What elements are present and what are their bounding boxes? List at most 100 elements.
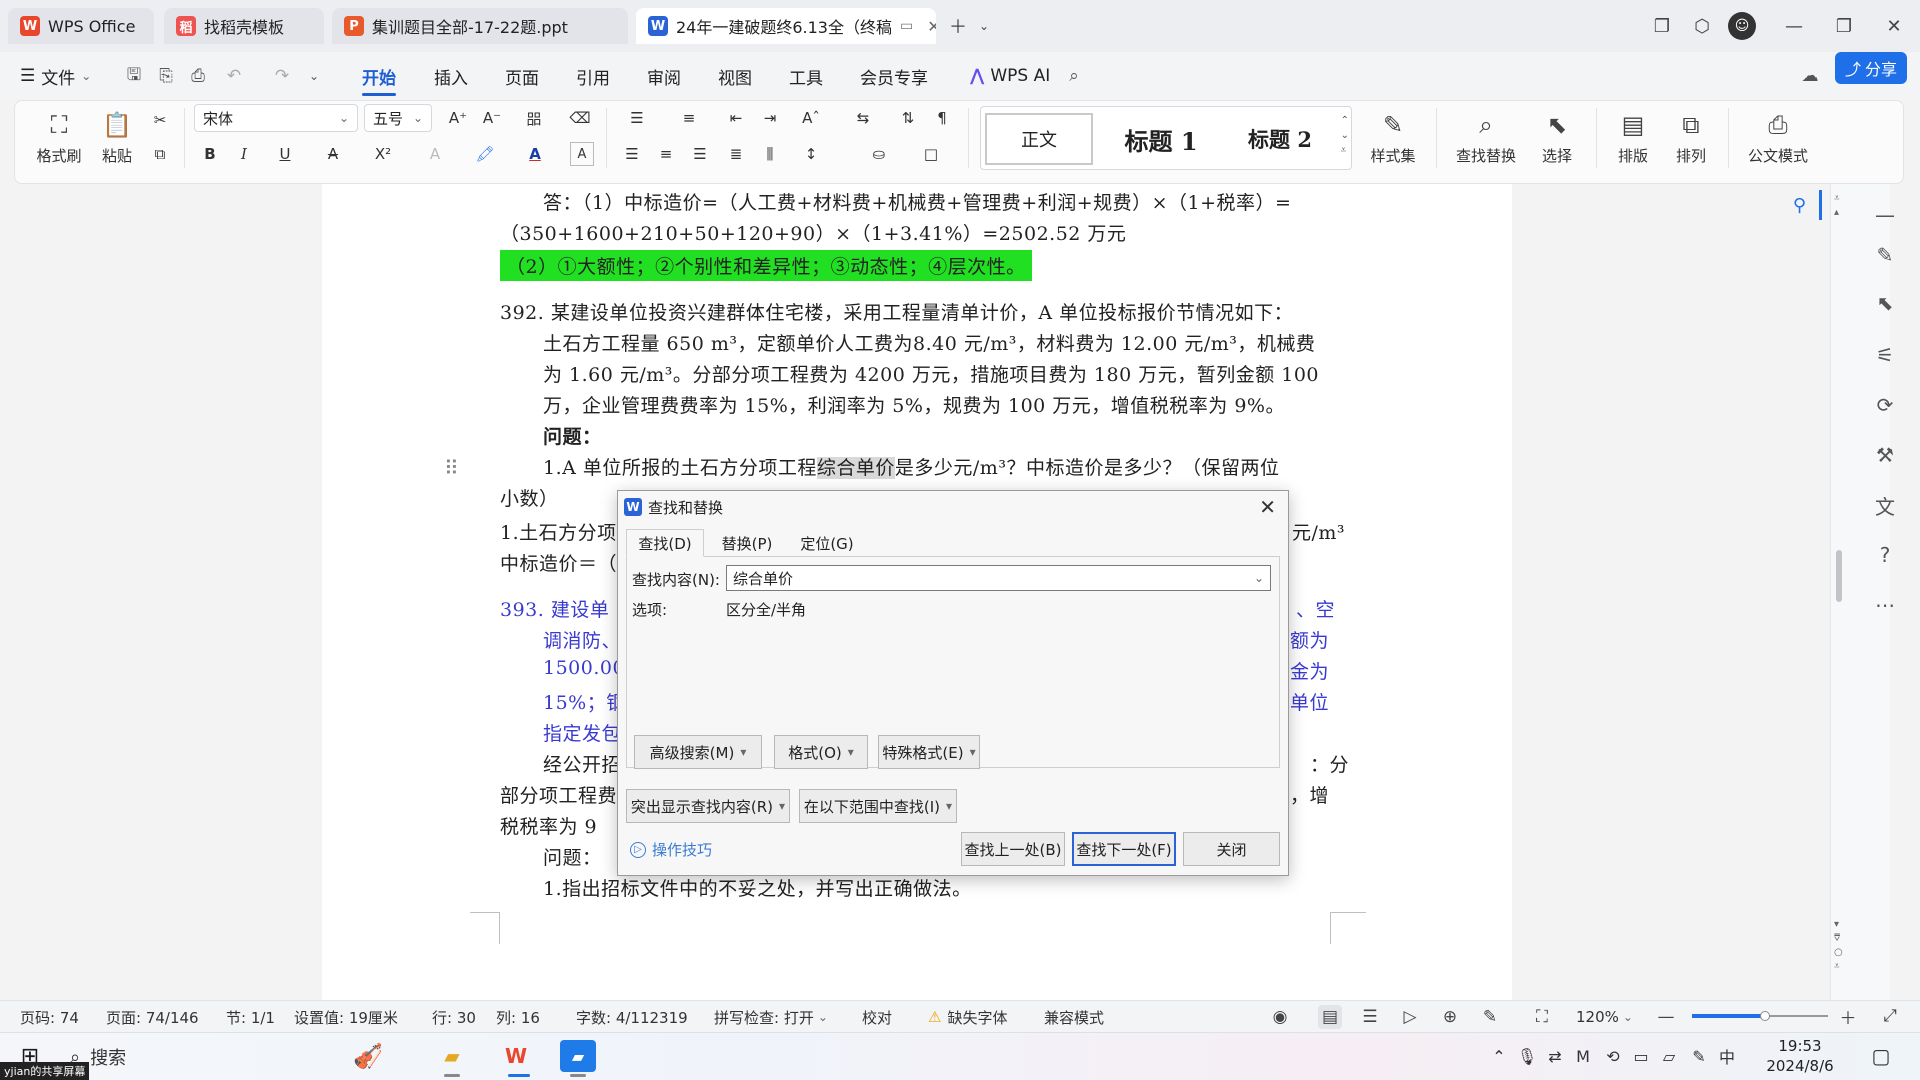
pointer-icon[interactable]: ⬉ [1870, 288, 1900, 318]
doc-line-highlighted[interactable]: （2）①大额性；②个别性和差异性；③动态性；④层次性。 [500, 250, 1032, 281]
meeting-app-icon[interactable]: ▰ [560, 1040, 596, 1072]
ime-indicator[interactable]: 中 [1714, 1043, 1740, 1069]
status-missing-font[interactable]: ⚠ 缺失字体 [928, 1001, 1007, 1033]
doc-question-heading[interactable]: 问题： [543, 422, 602, 449]
doc-line[interactable]: 答：（1）中标造价=（人工费+材料费+机械费+管理费+利润+规费）×（1+税率）… [543, 188, 1291, 215]
phonetic-guide-icon[interactable]: 㗊 [516, 106, 552, 130]
new-tab-icon[interactable]: ＋ [944, 12, 972, 40]
notification-icon[interactable]: ▢ [1868, 1043, 1894, 1069]
vertical-scrollbar-thumb[interactable] [1836, 550, 1842, 602]
paragraph-drag-handle-icon[interactable]: ⠿ [444, 456, 459, 480]
tab-find[interactable]: 查找(D) [626, 529, 704, 557]
save-icon[interactable]: 🖫 [122, 64, 146, 88]
font-name-select[interactable]: 宋体 ⌄ [194, 104, 358, 132]
tab-wps-office[interactable]: W WPS Office [8, 8, 154, 44]
style-set-button[interactable]: ✎ 样式集 [1360, 106, 1426, 170]
text-effect-icon[interactable]: A [420, 142, 450, 166]
style-normal[interactable]: 正文 [985, 113, 1093, 165]
increase-indent-icon[interactable]: ⇥ [758, 106, 782, 130]
more-icon[interactable]: ⋯ [1870, 590, 1900, 620]
find-what-input[interactable]: 综合单价 ⌄ [726, 565, 1271, 591]
dialog-close-icon[interactable]: ✕ [1259, 495, 1276, 519]
menu-member[interactable]: 会员专享 [860, 52, 928, 100]
status-row[interactable]: 行: 30 [432, 1001, 476, 1033]
increase-font-icon[interactable]: A⁺ [446, 106, 470, 130]
violin-widget-icon[interactable]: 🎻 [330, 1040, 406, 1072]
bullet-list-icon[interactable]: ☰ [620, 106, 654, 130]
help-icon[interactable]: ? [1870, 540, 1900, 570]
file-menu[interactable]: ☰ 文件 ⌄ [20, 52, 91, 100]
status-proofread[interactable]: 校对 [862, 1001, 892, 1033]
wps-ai-button[interactable]: ⋀ WPS AI [970, 52, 1050, 100]
doc-line-fragment[interactable]: ，增 [1290, 781, 1329, 808]
export-icon[interactable]: ⎘ [154, 64, 178, 88]
doc-line[interactable]: 经公开招 [543, 750, 621, 777]
tab-list-chevron-icon[interactable]: ⌄ [970, 12, 998, 40]
distributed-icon[interactable]: ⫼ [758, 142, 782, 166]
doc-line[interactable]: 1.土石方分项 [500, 518, 617, 545]
decrease-indent-icon[interactable]: ⇤ [724, 106, 748, 130]
select-button[interactable]: ⬉ 选择 [1532, 106, 1582, 170]
tab-close-icon[interactable]: ✕ [927, 17, 936, 36]
bold-icon[interactable]: B [198, 142, 222, 166]
find-in-button[interactable]: 在以下范围中查找(I) ▾ [799, 789, 957, 823]
format-painter-button[interactable]: ⛶ 格式刷 [34, 106, 84, 170]
menu-view[interactable]: 视图 [718, 52, 752, 100]
doc-line[interactable]: 指定发包 [543, 719, 621, 746]
doc-line[interactable]: 1.指出招标文件中的不妥之处，并写出正确做法。 [543, 874, 972, 901]
zoom-out-icon[interactable]: — [1654, 1005, 1678, 1029]
font-color-icon[interactable]: A [518, 142, 552, 166]
doc-line-fragment[interactable]: 元/m³ [1292, 518, 1345, 545]
sliders-icon[interactable]: ⚟ [1870, 340, 1900, 370]
numbered-list-icon[interactable]: ≡ [672, 106, 706, 130]
play-icon[interactable]: ▷ [1398, 1005, 1422, 1029]
zoom-select[interactable]: 120% ⌄ [1576, 1001, 1633, 1033]
border-icon[interactable]: □ [914, 142, 948, 166]
tab-docer-templates[interactable]: 稻 找稻壳模板 [164, 8, 324, 44]
menu-review[interactable]: 审阅 [647, 52, 681, 100]
special-format-button[interactable]: 特殊格式(E) ▾ [878, 735, 980, 769]
battery-icon[interactable]: ▭ [1628, 1043, 1654, 1069]
menu-home[interactable]: 开始 [362, 52, 396, 100]
line-break-icon[interactable]: ⇆ [846, 106, 880, 130]
doc-line[interactable]: 1500.00 [543, 657, 625, 679]
text-direction-icon[interactable]: Aˆ [794, 106, 828, 130]
doc-line-fragment[interactable]: 金为 [1290, 657, 1329, 684]
fullscreen-icon[interactable]: ⤢ [1878, 1004, 1902, 1028]
line-spacing-icon[interactable]: ↕ [794, 142, 828, 166]
show-marks-icon[interactable]: ¶ [930, 106, 954, 130]
chevron-down-icon[interactable]: ⌄ [1254, 571, 1264, 585]
pen-icon[interactable]: ✎ [1870, 240, 1900, 270]
status-column[interactable]: 列: 16 [496, 1001, 540, 1033]
style-heading-2[interactable]: 标题 2 [1225, 113, 1335, 165]
wps-office-taskbar-icon[interactable]: W [498, 1040, 534, 1072]
doc-question-heading[interactable]: 问题： [543, 843, 602, 870]
font-size-select[interactable]: 五号 ⌄ [364, 104, 432, 132]
microphone-icon[interactable]: 🎙 [1514, 1043, 1540, 1069]
doc-line[interactable]: （350+1600+210+50+120+90）×（1+3.41%）=2502.… [500, 219, 1126, 246]
tools-icon[interactable]: ⚒ [1870, 440, 1900, 470]
status-word-count[interactable]: 字数: 4/112319 [576, 1001, 688, 1033]
print-preview-icon[interactable]: ⎙ [186, 64, 210, 88]
format-button[interactable]: 格式(O) ▾ [774, 735, 868, 769]
status-setting[interactable]: 设置值: 19厘米 [294, 1001, 398, 1033]
web-view-icon[interactable]: ⊕ [1438, 1005, 1462, 1029]
taskbar-clock[interactable]: 19:53 2024/8/6 [1752, 1034, 1848, 1078]
eye-protection-icon[interactable]: ◉ [1268, 1005, 1292, 1029]
display-icon[interactable]: ▱ [1656, 1043, 1682, 1069]
doc-line[interactable]: 为 1.60 元/m³。分部分项工程费为 4200 万元，措施项目费为 180 … [543, 360, 1319, 387]
avatar[interactable]: ☺ [1728, 12, 1756, 40]
highlight-results-button[interactable]: 突出显示查找内容(R) ▾ [626, 789, 790, 823]
doc-line[interactable]: 土石方工程量 650 m³，定额单价人工费为8.40 元/m³，材料费为 12.… [543, 329, 1315, 356]
tab-ppt-document[interactable]: P 集训题目全部-17-22题.ppt [332, 8, 628, 44]
sort-icon[interactable]: ⇅ [896, 106, 920, 130]
doc-line[interactable]: 392. 某建设单位投资兴建群体住宅楼，采用工程量清单计价，A 单位投标报价节情… [500, 298, 1293, 325]
translate-icon[interactable]: 文 [1870, 490, 1900, 520]
tray-app-icon[interactable]: ⟲ [1600, 1043, 1626, 1069]
underline-icon[interactable]: U [270, 142, 300, 166]
cube-icon[interactable]: ⬡ [1688, 12, 1716, 40]
doc-line-fragment[interactable]: 单位 [1290, 688, 1329, 715]
menu-page[interactable]: 页面 [505, 52, 539, 100]
layout-button[interactable]: ▤ 排版 [1606, 106, 1660, 170]
redo-icon[interactable]: ↷ [270, 64, 294, 88]
